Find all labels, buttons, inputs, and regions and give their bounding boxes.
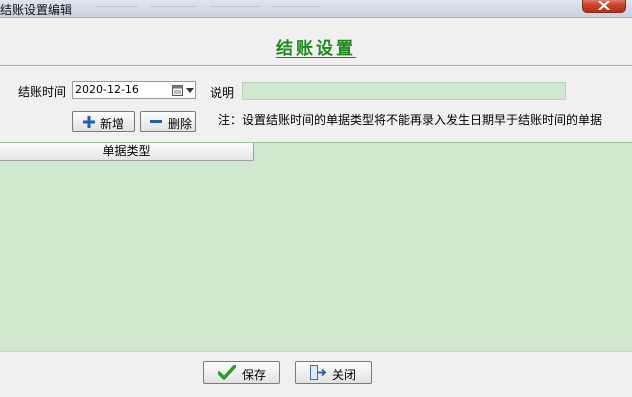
window-close-button[interactable] [582,0,626,13]
heading-divider [0,65,632,67]
titlebar-ghost-line [96,6,138,7]
delete-button[interactable]: 删除 [140,111,196,132]
minus-icon [150,120,162,123]
page-heading: 结账设置 [0,34,632,59]
check-icon [218,365,236,380]
close-time-value: 2020-12-16 [75,83,139,96]
dropdown-arrow-icon[interactable] [186,88,194,93]
close-button[interactable]: 关闭 [295,361,372,384]
window-title: 结账设置编辑 [0,3,73,17]
column-header-document-type[interactable]: 单据类型 [0,143,254,161]
save-button[interactable]: 保存 [203,361,280,384]
remark-label: 说明 [210,86,235,100]
exit-door-icon [310,365,326,380]
document-type-grid[interactable]: 单据类型 [0,142,632,351]
delete-button-label: 删除 [168,117,193,131]
footer-bar: 保存 关闭 [0,351,632,397]
close-time-datepicker[interactable]: 2020-12-16 [72,81,196,99]
window-titlebar: 结账设置编辑 [0,0,632,18]
calendar-icon[interactable] [172,85,183,96]
save-button-label: 保存 [242,368,267,382]
close-button-label: 关闭 [332,368,357,382]
titlebar-ghost-line [272,6,320,7]
close-time-label: 结账时间 [18,85,67,99]
add-button-label: 新增 [100,117,125,131]
titlebar-ghost-line [210,6,260,7]
add-button[interactable]: 新增 [72,111,135,132]
close-icon [598,1,610,10]
plus-icon [83,116,95,128]
page-heading-text: 结账设置 [276,39,356,59]
remark-input[interactable] [242,82,566,100]
titlebar-ghost-line [150,6,196,7]
closing-note: 注：设置结账时间的单据类型将不能再录入发生日期早于结账时间的单据 [218,113,603,127]
